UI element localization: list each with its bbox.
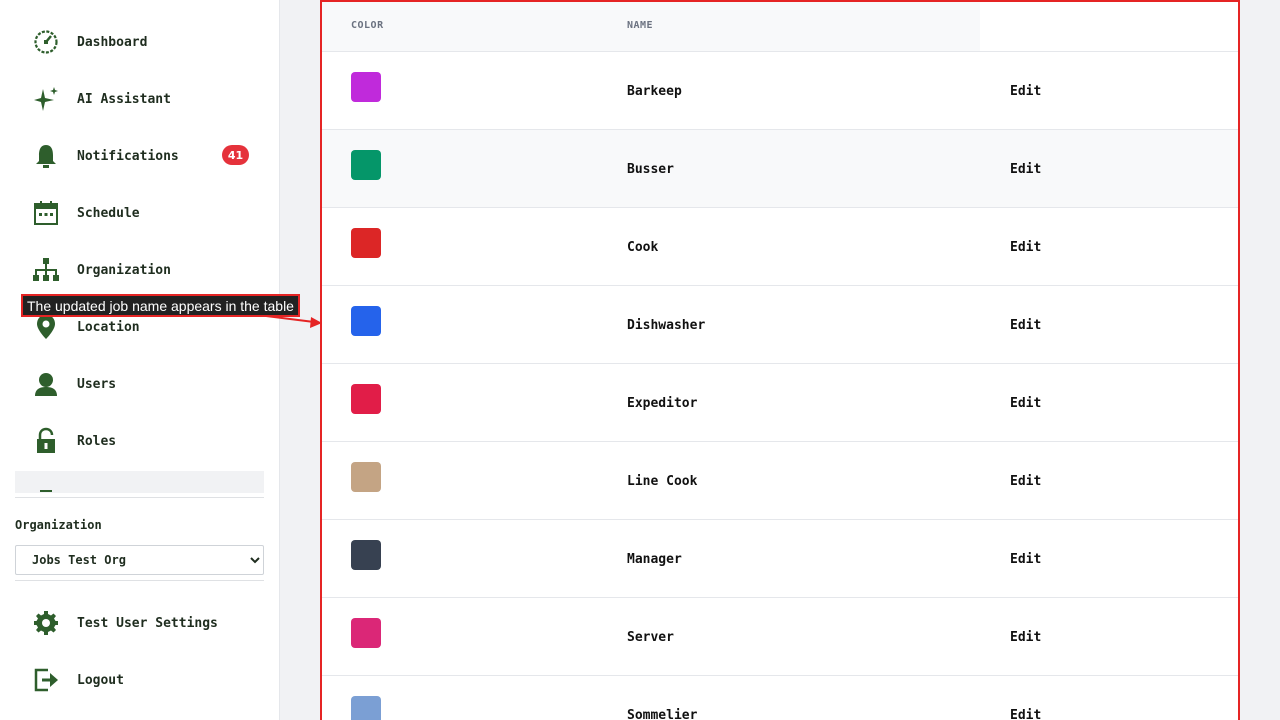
edit-button[interactable]: Edit: [1010, 708, 1041, 720]
org-chart-icon: [32, 256, 60, 284]
lock-open-icon: [32, 427, 60, 455]
sidebar-item-label: Organization: [77, 262, 171, 278]
sidebar-item-organization[interactable]: Organization: [15, 248, 264, 292]
job-name: Barkeep: [627, 84, 682, 99]
job-color-swatch: [351, 696, 381, 720]
column-header-color[interactable]: COLOR: [351, 20, 384, 31]
notification-count-badge: 41: [222, 145, 249, 165]
sidebar-item-users[interactable]: Users: [15, 362, 264, 406]
edit-button[interactable]: Edit: [1010, 630, 1041, 645]
job-color-swatch: [351, 72, 381, 102]
sidebar-item-label: AI Assistant: [77, 91, 171, 107]
sidebar-item-ai-assistant[interactable]: AI Assistant: [15, 77, 264, 121]
table-row: Barkeep Edit: [322, 52, 1238, 130]
job-name: Manager: [627, 552, 682, 567]
job-color-swatch: [351, 618, 381, 648]
table-row: Server Edit: [322, 598, 1238, 676]
logout-icon: [32, 666, 60, 694]
job-name: Dishwasher: [627, 318, 706, 333]
job-name: Cook: [627, 240, 659, 255]
sidebar-item-schedule[interactable]: Schedule: [15, 191, 264, 235]
sparkle-icon: [32, 85, 60, 113]
job-name: Busser: [627, 162, 674, 177]
job-color-swatch: [351, 540, 381, 570]
sidebar-item-label: Schedule: [77, 205, 140, 221]
edit-button[interactable]: Edit: [1010, 84, 1041, 99]
edit-button[interactable]: Edit: [1010, 162, 1041, 177]
sidebar-item-dashboard[interactable]: Dashboard: [15, 20, 264, 64]
gear-icon: [32, 609, 60, 637]
job-name: Line Cook: [627, 474, 698, 489]
edit-button[interactable]: Edit: [1010, 240, 1041, 255]
edit-button[interactable]: Edit: [1010, 474, 1041, 489]
sidebar-item-label: Notifications: [77, 148, 179, 164]
bell-icon: [32, 142, 60, 170]
column-header-name[interactable]: NAME: [627, 20, 653, 31]
sidebar-item-notifications[interactable]: Notifications 41: [15, 134, 264, 178]
job-name: Sommelier: [627, 708, 698, 720]
table-row: Busser Edit: [322, 130, 1238, 208]
job-color-swatch: [351, 228, 381, 258]
table-row: Expeditor Edit: [322, 364, 1238, 442]
location-pin-icon: [32, 313, 60, 341]
sidebar-divider: [15, 497, 264, 498]
calendar-icon: [32, 199, 60, 227]
sidebar-item-label: Users: [77, 376, 117, 392]
sidebar-item-label: Location: [77, 319, 140, 335]
jobs-table: COLOR NAME Barkeep Edit Busser Edit Cook…: [320, 0, 1240, 720]
job-name: Server: [627, 630, 674, 645]
job-color-swatch: [351, 384, 381, 414]
sidebar: Dashboard AI Assistant Notifications 41 …: [0, 0, 280, 720]
dashboard-icon: [32, 28, 60, 56]
table-row: Line Cook Edit: [322, 442, 1238, 520]
table-row: Sommelier Edit: [322, 676, 1238, 720]
edit-button[interactable]: Edit: [1010, 396, 1041, 411]
briefcase-icon: [33, 487, 59, 493]
job-color-swatch: [351, 150, 381, 180]
user-icon: [32, 370, 60, 398]
table-row: Dishwasher Edit: [322, 286, 1238, 364]
sidebar-item-partial[interactable]: [15, 471, 264, 493]
job-color-swatch: [351, 462, 381, 492]
sidebar-item-test-user-settings[interactable]: Test User Settings: [15, 601, 264, 645]
table-row: Manager Edit: [322, 520, 1238, 598]
job-name: Expeditor: [627, 396, 698, 411]
annotation-callout: The updated job name appears in the tabl…: [21, 294, 300, 317]
edit-button[interactable]: Edit: [1010, 552, 1041, 567]
table-header: COLOR NAME: [322, 2, 1238, 52]
organization-label: Organization: [15, 518, 102, 532]
edit-button[interactable]: Edit: [1010, 318, 1041, 333]
table-row: Cook Edit: [322, 208, 1238, 286]
sidebar-divider: [15, 580, 264, 581]
job-color-swatch: [351, 306, 381, 336]
sidebar-item-label: Test User Settings: [77, 615, 218, 631]
sidebar-item-roles[interactable]: Roles: [15, 419, 264, 463]
sidebar-item-logout[interactable]: Logout: [15, 658, 264, 702]
sidebar-item-label: Dashboard: [77, 34, 148, 50]
sidebar-item-label: Roles: [77, 433, 117, 449]
organization-select[interactable]: Jobs Test Org: [15, 545, 264, 575]
sidebar-item-label: Logout: [77, 672, 124, 688]
